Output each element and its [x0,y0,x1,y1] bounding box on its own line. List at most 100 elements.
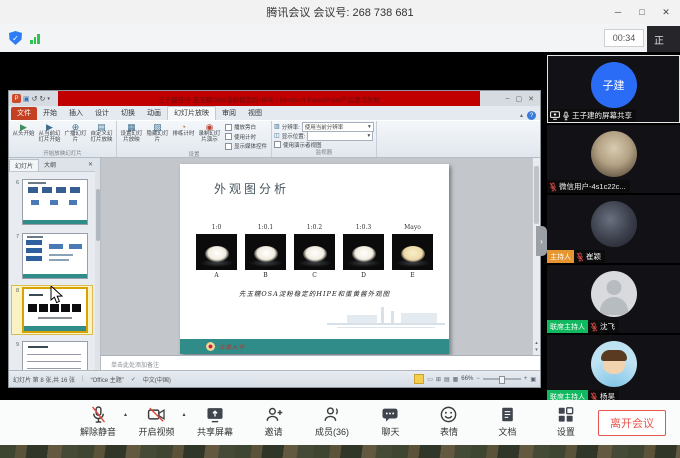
tab-home[interactable]: 开始 [37,107,63,120]
tab-view[interactable]: 视图 [242,107,268,120]
zoom-out-icon[interactable]: − [476,376,480,382]
presenter-view-checkbox[interactable]: 使用演示者视图 [274,141,322,149]
ppt-window-title: 王子建答辩-先玉糯OSA淀粉稳定的HIPE - Microsoft PowerP… [58,91,480,106]
ppt-close-button[interactable]: ✕ [528,95,534,103]
participant-name: 沈飞 [600,321,615,332]
participant-tile[interactable]: 微信用户-4s1c22c... [547,125,680,193]
tab-slideshow[interactable]: 幻灯片放映 [167,106,216,120]
zoom-slider[interactable] [483,378,521,380]
slide-thumbnail-7[interactable]: 7 [12,232,92,280]
members-button[interactable]: 成员(36) [314,404,350,438]
leave-meeting-button[interactable]: 离开会议 [598,410,666,436]
fit-to-window-icon[interactable]: ▣ [530,376,536,383]
spellcheck-icon[interactable]: ✓ [131,376,136,383]
settings-button[interactable]: 设置 [548,404,584,438]
camera-off-icon [146,404,167,424]
undo-icon[interactable]: ↺ [32,95,38,103]
slideshow-view-icon[interactable]: ▦ [453,376,459,383]
checkbox-icon [225,133,232,140]
sorter-view-icon[interactable]: ⊞ [436,376,441,383]
tab-design[interactable]: 设计 [89,107,115,120]
custom-slideshow-button[interactable]: ▤ 自定义幻灯片放映 [89,122,114,150]
ratio-label: 1:0.2 [307,224,322,234]
close-panel-icon[interactable]: ✕ [88,161,100,168]
show-media-controls-checkbox[interactable]: 显示媒体控件 [225,142,267,150]
normal-view-icon[interactable]: ▭ [427,376,433,383]
share-screen-button[interactable]: 共享屏幕 [197,404,233,438]
use-timings-checkbox[interactable]: 使用计时 [225,133,267,141]
slide-thumbnail-6[interactable]: 6 [12,178,92,226]
ribbon-corner-buttons: ▴ ? [520,111,540,120]
slide-scrollbar[interactable]: ▴ ▾ [532,158,540,355]
current-slide[interactable]: 外观图分析 1:0 A 1:0.1 B 1:0. [180,164,449,354]
docs-button[interactable]: 文档 [489,404,525,438]
start-video-button[interactable]: 开启视频 ▴ [139,404,175,438]
chevron-down-icon: ▾ [368,124,371,130]
broadcast-slideshow-button[interactable]: ⊕ 广播幻灯片 [63,122,88,150]
ppt-window-controls: ‒ ▢ ✕ [480,91,540,106]
label-main: 沈飞 [588,320,619,333]
toolbar-label: 文档 [498,425,516,438]
mic-muted-icon [590,322,598,332]
tab-insert[interactable]: 插入 [63,107,89,120]
scrollbar-thumb[interactable] [534,166,539,224]
reading-view-icon[interactable]: ▤ [444,376,450,383]
previous-slide-icon[interactable]: ▴ [535,340,538,346]
tab-file[interactable]: 文件 [11,107,37,120]
participant-name: 微信用户-4s1c22c... [559,181,626,192]
ppt-maximize-button[interactable]: ▢ [516,95,523,103]
zoom-in-icon[interactable]: + [524,376,528,382]
rehearse-timings-button[interactable]: ◔ 排练计时 [171,122,196,150]
letter-label: B [263,270,267,281]
tab-slides[interactable]: 幻灯片 [9,159,39,171]
unmute-button[interactable]: 解除静音 ▴ [80,404,116,438]
label-main: 崔颖 [574,250,605,263]
tab-animations[interactable]: 动画 [141,107,167,120]
ratio-label: 1:0.1 [258,224,273,234]
ppt-minimize-button[interactable]: ‒ [506,95,510,102]
checkbox-icon [225,143,232,150]
show-on-dropdown[interactable]: ▾ [307,131,373,141]
from-current-slide-button[interactable]: ▶ 从当前幻灯片开始 [37,122,62,150]
zoom-slider-thumb[interactable] [499,376,505,384]
meeting-security-shield-icon[interactable]: ✓ [9,31,22,45]
redo-icon[interactable]: ↻ [40,95,46,103]
chat-button[interactable]: 聊天 [372,404,408,438]
scrollbar-thumb[interactable] [96,189,100,241]
group-body: ▦ 设置幻灯片放映 ▨ 隐藏幻灯片 ◔ 排练计时 ◉ 录制幻灯片演示 [119,122,269,151]
slide-footer-band: 江南大学 [180,339,449,354]
tab-transitions[interactable]: 切换 [115,107,141,120]
record-slideshow-button[interactable]: ◉ 录制幻灯片演示 [197,122,222,150]
participant-tile-cohost-clipped[interactable]: 联席主持人 杨昊 [547,335,680,400]
minimize-button[interactable]: ─ [606,0,630,24]
qat-dropdown-icon[interactable]: ▾ [47,96,50,102]
help-icon[interactable]: ? [527,111,536,120]
minimize-ribbon-icon[interactable]: ▴ [520,112,523,119]
maximize-button[interactable]: □ [630,0,654,24]
sidebar-collapse-handle[interactable]: › [536,226,547,256]
invite-button[interactable]: 邀请 [256,404,292,438]
setup-slideshow-button[interactable]: ▦ 设置幻灯片放映 [119,122,144,150]
participant-tile-sharing[interactable]: 子建 王子建的屏幕共享 [547,55,680,123]
slides-panel: 幻灯片 大纲 ✕ 6 7 8 9 [9,158,101,373]
save-icon[interactable]: ▣ [23,95,30,103]
close-button[interactable]: ✕ [654,0,678,24]
video-options-arrow[interactable]: ▴ [183,411,186,418]
ppt-statusbar: 幻灯片 第 8 张,共 16 张 | “Office 主题” ✓ 中文(中国) … [9,370,540,387]
next-slide-icon[interactable]: ▾ [535,347,538,353]
zoom-level: 66% [461,376,473,382]
letter-label: E [410,270,414,281]
play-narrations-checkbox[interactable]: 播放旁白 [225,123,267,131]
mic-options-arrow[interactable]: ▴ [124,411,127,418]
participant-tile-cohost[interactable]: 联席主持人 沈飞 [547,265,680,333]
reactions-button[interactable]: 表情 [431,404,467,438]
hide-slide-button[interactable]: ▨ 隐藏幻灯片 [145,122,170,150]
participant-tile-host[interactable]: 主持人 崔颖 [547,195,680,263]
toolbar-label: 共享屏幕 [197,425,233,438]
tab-review[interactable]: 审阅 [216,107,242,120]
thumbnails-scrollbar[interactable] [95,171,100,373]
from-beginning-button[interactable]: ▶ 从头开始 [11,122,36,150]
ratio-label: Mayo [404,224,421,234]
language-indicator[interactable]: 中文(中国) [143,375,171,384]
tab-outline[interactable]: 大纲 [39,159,61,170]
